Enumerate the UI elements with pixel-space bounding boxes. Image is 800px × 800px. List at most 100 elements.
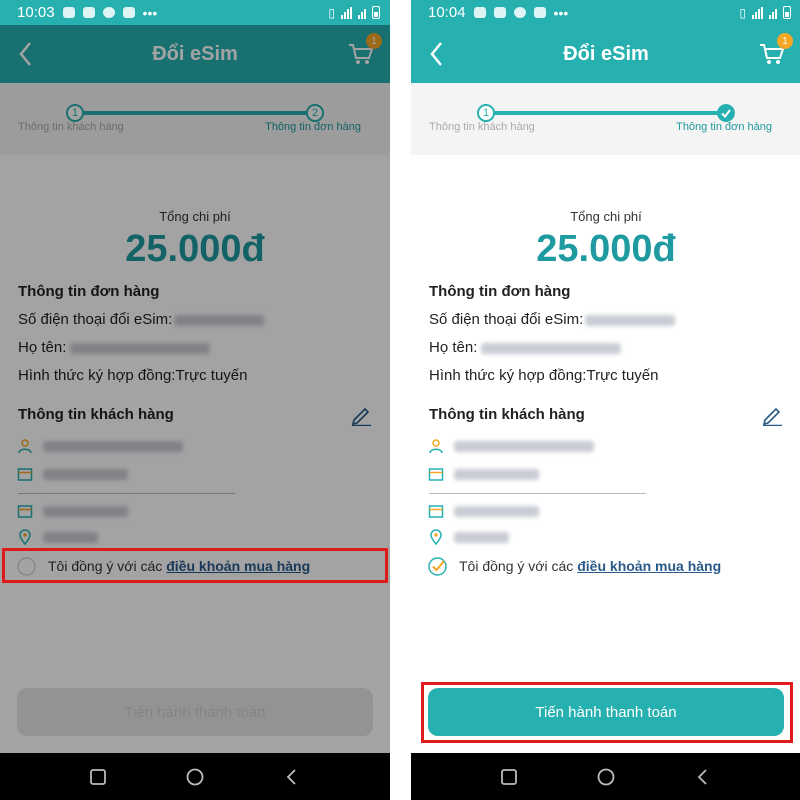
step-2-label: Thông tin đơn hàng [676,121,772,133]
customer-location-row [17,528,98,546]
calendar-icon [428,468,444,481]
redacted-phone [585,314,676,326]
order-name-label: Họ tên: [18,339,67,356]
step-1-indicator: 1 [477,104,495,122]
order-name-label: Họ tên: [429,339,478,356]
battery-icon [783,6,791,19]
customer-dob-row [428,465,539,483]
redacted-location [43,531,98,543]
stepper-line [486,111,726,115]
settings-icon [513,7,526,18]
edit-pencil-icon[interactable] [350,404,372,426]
highlight-terms-box [2,548,388,583]
customer-info-title: Thông tin khách hàng [429,406,585,423]
back-arrow-icon[interactable] [425,39,449,69]
step-2-indicator: 2 [306,104,324,122]
page-title: Đổi eSim [563,42,649,65]
order-name-row: Họ tên: [429,339,622,356]
step-2-check-icon [717,104,735,122]
android-nav-bar [411,753,800,800]
status-bar: 10:03 ••• ▯ [0,0,390,25]
location-pin-icon [19,529,31,545]
progress-stepper: 1 Thông tin khách hàng Thông tin đơn hàn… [411,83,800,155]
order-phone-label: Số điện thoại đổi eSim: [18,311,173,328]
highlight-button-box [421,682,793,743]
customer-date-row [428,502,539,520]
status-time: 10:04 [428,4,466,21]
order-phone-row: Số điện thoại đổi eSim: [18,311,265,328]
signal-icon-2 [358,7,366,19]
step-1-indicator: 1 [66,104,84,122]
customer-name-row [428,437,594,455]
customer-date-row [17,502,128,520]
edit-pencil-icon[interactable] [761,404,783,426]
person-icon [429,439,443,454]
calendar-icon [17,505,33,518]
redacted-customer-name [43,440,183,452]
customer-info-title: Thông tin khách hàng [18,406,174,423]
step-2-label: Thông tin đơn hàng [265,121,361,133]
step-1-label: Thông tin khách hàng [18,121,124,133]
battery-icon [372,6,380,19]
back-arrow-icon[interactable] [14,39,38,69]
step-1-label: Thông tin khách hàng [429,121,535,133]
calendar-icon [428,505,444,518]
customer-dob-row [17,465,128,483]
bug-icon [122,7,135,18]
proceed-payment-button-disabled[interactable]: Tiến hành thanh toán [17,688,373,736]
zalo-icon [493,7,506,18]
comparison-canvas: 10:03 ••• ▯ Đổi eSim 1 1 2 Thông tin khá… [0,0,800,800]
order-phone-row: Số điện thoại đổi eSim: [429,311,676,328]
more-icon: ••• [142,4,158,21]
total-cost-label: Tổng chi phí [159,209,231,224]
divider [18,493,235,494]
terms-link[interactable]: điều khoản mua hàng [577,558,721,574]
redacted-name [70,342,211,354]
calendar-icon [17,468,33,481]
divider [429,493,646,494]
redacted-date [43,505,128,517]
app-bar: Đổi eSim 1 [0,25,390,83]
phone-screen-before: 10:03 ••• ▯ Đổi eSim 1 1 2 Thông tin khá… [0,0,390,800]
vibrate-icon: ▯ [739,5,746,20]
redacted-name [481,342,622,354]
app-bar: Đổi eSim 1 [411,25,800,83]
signal-icon [752,6,763,19]
customer-location-row [428,528,509,546]
progress-stepper: 1 2 Thông tin khách hàng Thông tin đơn h… [0,83,390,155]
page-title: Đổi eSim [152,42,238,65]
checked-circle-icon[interactable] [428,556,447,576]
total-cost-value: 25.000đ [125,228,265,270]
person-icon [18,439,32,454]
android-nav-bar [0,753,390,800]
settings-icon [102,7,115,18]
order-info-title: Thông tin đơn hàng [18,283,160,300]
redacted-date [454,505,539,517]
total-cost-value: 25.000đ [536,228,676,270]
cart-badge: 1 [777,33,793,49]
status-bar: 10:04 ••• ▯ [411,0,800,25]
back-nav-icon[interactable] [282,767,302,787]
terms-agreement-row[interactable]: Tôi đồng ý với các điều khoản mua hàng [428,555,721,577]
home-icon[interactable] [596,767,616,787]
recent-apps-icon[interactable] [88,767,108,787]
agree-text: Tôi đồng ý với các [459,558,574,574]
app-notification-icon [62,7,75,18]
stepper-line [75,111,315,115]
order-name-row: Họ tên: [18,339,211,356]
order-phone-label: Số điện thoại đổi eSim: [429,311,584,328]
redacted-dob [454,468,539,480]
order-contract-row: Hình thức ký hợp đồng:Trực tuyến [429,367,659,384]
total-cost-label: Tổng chi phí [570,209,642,224]
phone-screen-after: 10:04 ••• ▯ Đổi eSim 1 1 Thông tin khách… [411,0,800,800]
signal-icon-2 [769,7,777,19]
home-icon[interactable] [185,767,205,787]
recent-apps-icon[interactable] [499,767,519,787]
back-nav-icon[interactable] [693,767,713,787]
app-notification-icon [473,7,486,18]
status-time: 10:03 [17,4,55,21]
cart-badge: 1 [366,33,382,49]
location-pin-icon [430,529,442,545]
bug-icon [533,7,546,18]
redacted-phone [174,314,265,326]
